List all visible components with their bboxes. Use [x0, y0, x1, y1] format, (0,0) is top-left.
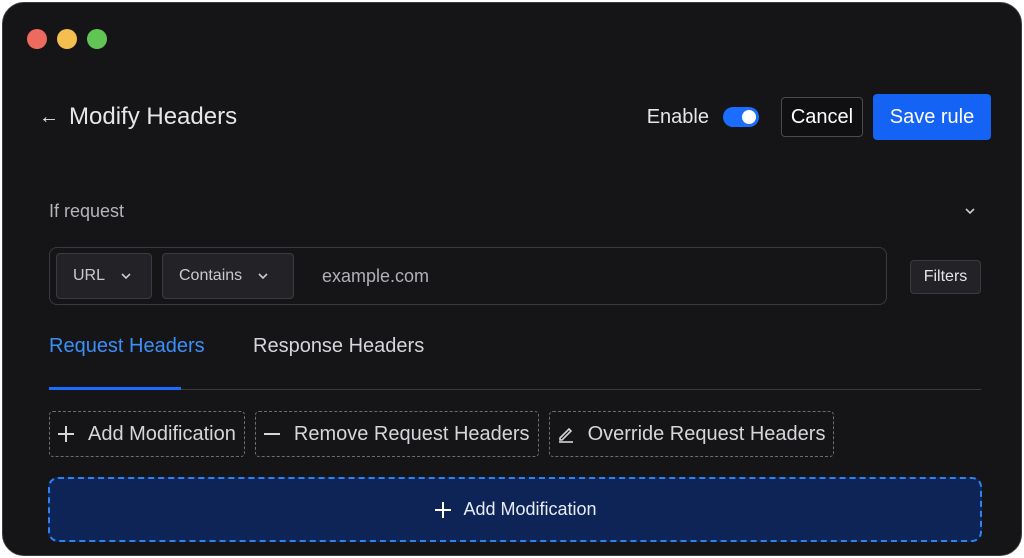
save-rule-button[interactable]: Save rule — [873, 94, 991, 140]
toggle-knob — [742, 110, 756, 124]
enable-toggle[interactable] — [723, 107, 759, 127]
plus-icon — [435, 501, 452, 518]
cancel-button[interactable]: Cancel — [781, 97, 863, 137]
if-request-label: If request — [49, 200, 125, 221]
remove-request-headers-label: Remove Request Headers — [293, 422, 530, 445]
close-window-button[interactable] — [27, 29, 47, 49]
operator-select-value: Contains — [179, 267, 243, 284]
page-title: Modify Headers — [69, 103, 238, 130]
url-value-input[interactable]: example.com — [322, 266, 429, 287]
override-request-headers-button[interactable]: Override Request Headers — [548, 411, 835, 457]
tab-response-headers[interactable]: Response Headers — [253, 333, 424, 390]
minus-icon — [263, 433, 280, 435]
back-button[interactable]: ← Modify Headers — [39, 103, 237, 131]
plus-icon — [58, 426, 74, 442]
header-tabs: Request Headers Response Headers — [49, 333, 981, 390]
page-header: ← Modify Headers Enable Cancel Save rule — [39, 93, 991, 141]
enable-label: Enable — [646, 105, 709, 128]
filters-button[interactable]: Filters — [910, 260, 981, 294]
tab-request-headers[interactable]: Request Headers — [49, 333, 205, 390]
field-select-value: URL — [73, 267, 106, 284]
add-modification-button[interactable]: Add Modification — [49, 411, 245, 457]
modification-actions: Add Modification Remove Request Headers … — [49, 411, 835, 457]
app-window: ← Modify Headers Enable Cancel Save rule… — [2, 2, 1022, 556]
add-modification-area[interactable]: Add Modification — [48, 477, 982, 542]
maximize-window-button[interactable] — [87, 29, 107, 49]
chevron-down-icon[interactable] — [963, 204, 977, 218]
chevron-down-icon — [121, 273, 131, 280]
remove-request-headers-button[interactable]: Remove Request Headers — [254, 411, 539, 457]
override-request-headers-label: Override Request Headers — [587, 422, 826, 445]
if-request-section[interactable]: If request — [49, 197, 977, 225]
add-modification-area-label: Add Modification — [463, 499, 597, 519]
pencil-icon — [558, 427, 573, 443]
window-controls — [27, 29, 107, 49]
arrow-left-icon: ← — [39, 106, 59, 128]
operator-select[interactable]: Contains — [162, 253, 294, 299]
minimize-window-button[interactable] — [57, 29, 77, 49]
field-select[interactable]: URL — [56, 253, 152, 299]
condition-bar: URL Contains example.com — [49, 247, 887, 305]
chevron-down-icon — [258, 273, 268, 280]
active-tab-indicator — [49, 387, 181, 390]
add-modification-label: Add Modification — [88, 422, 236, 445]
